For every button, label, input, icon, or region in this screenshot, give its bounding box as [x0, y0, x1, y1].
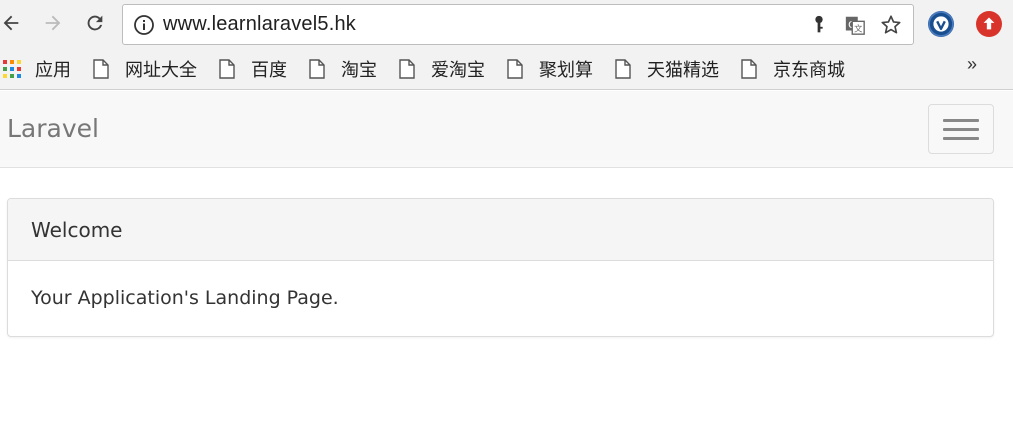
- translate-icon[interactable]: G文: [843, 13, 867, 37]
- bookmarks-bar: 应用 网址大全 百度 淘宝 爱淘宝 聚划算 天猫精选 京东商城: [0, 48, 1013, 90]
- bookmark-item[interactable]: 淘宝: [309, 57, 377, 81]
- bookmark-label: 淘宝: [341, 60, 377, 81]
- bookmark-label: 天猫精选: [647, 60, 719, 81]
- apps-grid-icon: [3, 60, 21, 78]
- bookmark-label: 京东商城: [773, 60, 845, 81]
- page-icon: [309, 59, 325, 79]
- bookmark-item[interactable]: 京东商城: [741, 57, 845, 81]
- brand-link[interactable]: Laravel: [7, 114, 99, 143]
- bookmark-item[interactable]: 百度: [219, 57, 287, 81]
- hamburger-bar: [943, 137, 979, 140]
- address-bar[interactable]: www.learnlaravel5.hk G文: [122, 4, 914, 45]
- page-icon: [741, 59, 757, 79]
- bookmarks-overflow-button[interactable]: »: [967, 54, 977, 75]
- bookmark-apps[interactable]: 应用: [2, 57, 71, 81]
- bookmark-label: 爱淘宝: [431, 60, 485, 81]
- page-icon: [219, 59, 235, 79]
- bookmark-item[interactable]: 天猫精选: [615, 57, 719, 81]
- reload-icon[interactable]: [80, 8, 110, 38]
- panel-title: Welcome: [31, 218, 123, 242]
- panel-heading: Welcome: [8, 199, 993, 261]
- key-icon[interactable]: [807, 13, 831, 37]
- bookmark-label: 应用: [35, 60, 71, 81]
- page-icon: [93, 59, 109, 79]
- panel-body-text: Your Application's Landing Page.: [31, 287, 339, 309]
- hamburger-bar: [943, 119, 979, 122]
- page-icon: [507, 59, 523, 79]
- star-icon[interactable]: [879, 13, 903, 37]
- url-text[interactable]: www.learnlaravel5.hk: [163, 13, 356, 36]
- bookmark-label: 聚划算: [539, 60, 593, 81]
- hamburger-bar: [943, 128, 979, 131]
- forward-icon[interactable]: [38, 8, 68, 38]
- browser-toolbar: www.learnlaravel5.hk G文: [0, 0, 1013, 48]
- bookmark-label: 网址大全: [125, 60, 197, 81]
- upload-extension-icon[interactable]: [976, 11, 1002, 37]
- vimeo-extension-icon[interactable]: [928, 11, 954, 37]
- page-icon: [615, 59, 631, 79]
- bookmark-item[interactable]: 爱淘宝: [399, 57, 485, 81]
- bookmark-label: 百度: [251, 60, 287, 81]
- welcome-panel: Welcome Your Application's Landing Page.: [7, 198, 994, 337]
- page-icon: [399, 59, 415, 79]
- panel-body: Your Application's Landing Page.: [8, 261, 993, 336]
- bookmark-item[interactable]: 聚划算: [507, 57, 593, 81]
- menu-toggle-button[interactable]: [928, 104, 994, 154]
- bookmark-item[interactable]: 网址大全: [93, 57, 197, 81]
- site-navbar: Laravel: [0, 91, 1013, 168]
- back-icon[interactable]: [0, 8, 26, 38]
- info-icon[interactable]: [133, 14, 155, 36]
- svg-text:文: 文: [854, 23, 862, 33]
